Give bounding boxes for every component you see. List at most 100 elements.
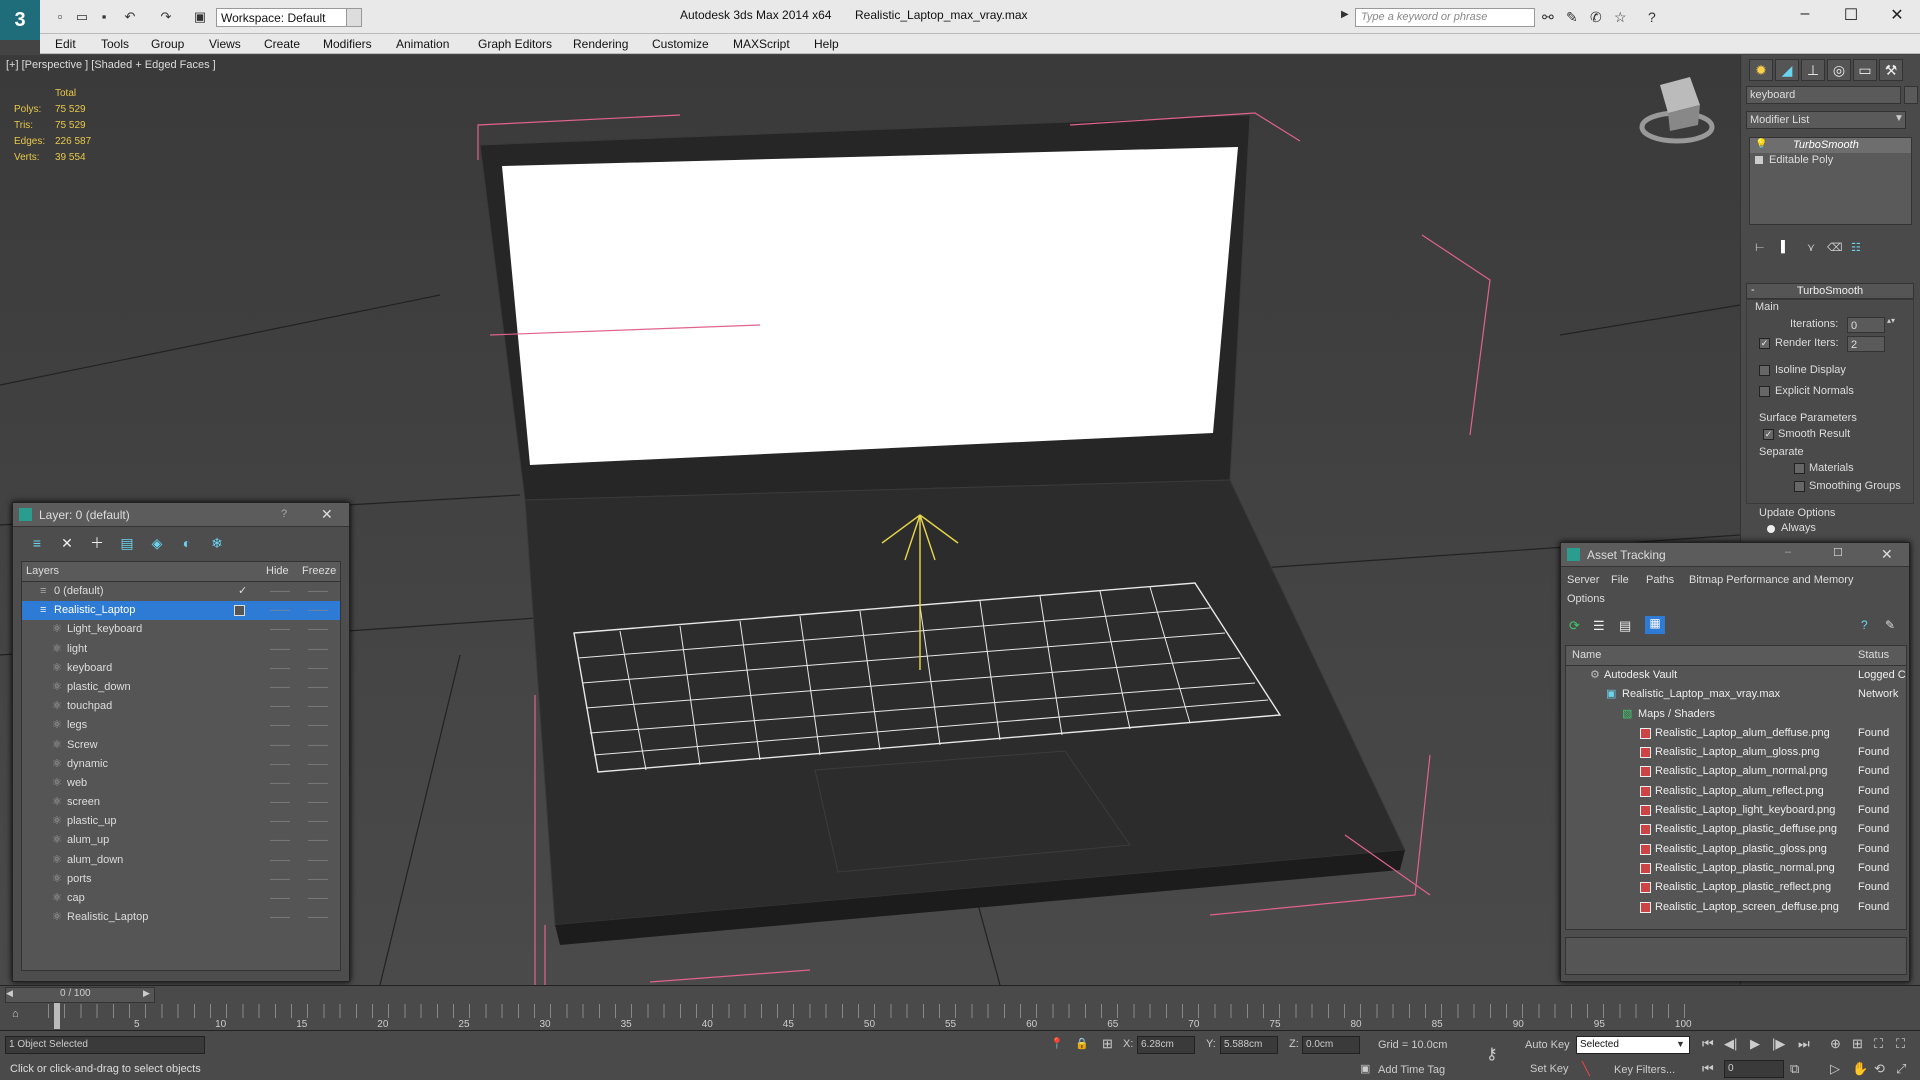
make-unique-icon[interactable]: ⋎ bbox=[1807, 241, 1815, 254]
render-iters-spinner[interactable]: 2 bbox=[1847, 336, 1885, 352]
hide-toggle[interactable]: —— bbox=[270, 736, 290, 755]
prev-frame-icon[interactable]: ◀| bbox=[1724, 1036, 1737, 1052]
search-input[interactable]: Type a keyword or phrase bbox=[1355, 8, 1535, 27]
selection-lock-icon[interactable]: 🔒 bbox=[1075, 1037, 1089, 1050]
asset-file-row[interactable]: Realistic_Laptop_alum_gloss.png Found bbox=[1566, 743, 1906, 763]
communication-icon[interactable]: ✆ bbox=[1590, 9, 1602, 26]
add-time-tag[interactable]: Add Time Tag bbox=[1378, 1064, 1445, 1076]
hide-all-icon[interactable]: ◐ bbox=[177, 533, 197, 553]
undo-icon[interactable]: ↶ bbox=[122, 9, 138, 25]
freeze-toggle[interactable]: —— bbox=[308, 889, 328, 908]
asset-file-row[interactable]: Realistic_Laptop_plastic_deffuse.png Foun… bbox=[1566, 820, 1906, 840]
y-coordinate-field[interactable]: 5.588cm bbox=[1220, 1036, 1278, 1054]
menu-graph-editors[interactable]: Graph Editors bbox=[478, 34, 552, 54]
hide-toggle[interactable]: —— bbox=[270, 640, 290, 659]
display-tab-icon[interactable]: ▭ bbox=[1853, 59, 1877, 81]
z-coordinate-field[interactable]: 0.0cm bbox=[1302, 1036, 1360, 1054]
select-objects-icon[interactable]: ▤ bbox=[117, 533, 137, 553]
new-file-icon[interactable]: ▫ bbox=[52, 9, 68, 25]
turbosmooth-rollout-header[interactable]: TurboSmooth bbox=[1746, 283, 1914, 299]
workspace-dropdown-icon[interactable]: ▼ bbox=[346, 8, 362, 27]
asset-file-row[interactable]: Realistic_Laptop_light_keyboard.png Found bbox=[1566, 801, 1906, 821]
hide-toggle[interactable]: —— bbox=[270, 697, 290, 716]
absolute-mode-icon[interactable]: ⊞ bbox=[1102, 1036, 1113, 1052]
layer-object-row[interactable]: ⚛ Screw —— —— bbox=[22, 736, 340, 755]
asset-row-vault[interactable]: ⚙ Autodesk Vault Logged C bbox=[1566, 666, 1906, 686]
menu-animation[interactable]: Animation bbox=[396, 34, 449, 54]
freeze-toggle[interactable]: —— bbox=[308, 659, 328, 678]
freeze-toggle[interactable]: —— bbox=[308, 774, 328, 793]
asset-file-row[interactable]: Realistic_Laptop_plastic_normal.png Found bbox=[1566, 859, 1906, 879]
asset-menu-options[interactable]: Options bbox=[1567, 593, 1605, 605]
auto-key-button[interactable]: Auto Key bbox=[1525, 1039, 1570, 1051]
rollout-collapse-icon[interactable]: - bbox=[1751, 284, 1755, 296]
render-iters-checkbox[interactable]: ✓ bbox=[1759, 338, 1770, 349]
menu-tools[interactable]: Tools bbox=[101, 34, 129, 54]
layer-window-title-bar[interactable]: Layer: 0 (default) bbox=[13, 503, 349, 527]
col-hide[interactable]: Hide bbox=[266, 565, 289, 577]
zoom-extents-icon[interactable]: ⛶ bbox=[1874, 1036, 1883, 1052]
set-current-box[interactable] bbox=[234, 605, 245, 617]
asset-close-icon[interactable]: ✕ bbox=[1881, 546, 1893, 563]
next-frame-arrow-icon[interactable]: ▶ bbox=[143, 988, 150, 999]
hide-toggle[interactable]: —— bbox=[270, 716, 290, 735]
layer-object-row[interactable]: ⚛ light —— —— bbox=[22, 640, 340, 659]
asset-file-row[interactable]: Realistic_Laptop_alum_normal.png Found bbox=[1566, 762, 1906, 782]
menu-help[interactable]: Help bbox=[814, 34, 839, 54]
col-freeze[interactable]: Freeze bbox=[302, 565, 336, 577]
modifier-turbosmooth[interactable]: TurboSmooth bbox=[1793, 139, 1859, 151]
layer-object-row[interactable]: ⚛ touchpad —— —— bbox=[22, 697, 340, 716]
layer-object-row[interactable]: ⚛ Realistic_Laptop —— —— bbox=[22, 908, 340, 927]
field-of-view-icon[interactable]: ▷ bbox=[1830, 1061, 1840, 1077]
search-expand-icon[interactable]: ▶ bbox=[1341, 9, 1349, 20]
asset-row-maxfile[interactable]: ▣ Realistic_Laptop_max_vray.max Network bbox=[1566, 685, 1906, 705]
layer-object-row[interactable]: ⚛ plastic_down —— —— bbox=[22, 678, 340, 697]
project-folder-icon[interactable]: ▣ bbox=[192, 9, 208, 25]
play-icon[interactable]: ▶ bbox=[1750, 1036, 1760, 1052]
layer-help-icon[interactable]: ? bbox=[281, 508, 287, 520]
asset-path-field[interactable] bbox=[1565, 937, 1907, 975]
hide-toggle[interactable]: —— bbox=[270, 812, 290, 831]
table-view-icon[interactable]: ▦ bbox=[1645, 616, 1665, 634]
layer-object-row[interactable]: ⚛ web —— —— bbox=[22, 774, 340, 793]
workspace-select[interactable]: Workspace: Default bbox=[216, 8, 356, 27]
redo-icon[interactable]: ↷ bbox=[158, 9, 174, 25]
layer-close-icon[interactable]: ✕ bbox=[321, 506, 333, 523]
col-layers[interactable]: Layers bbox=[26, 565, 59, 577]
selection-set-arrow-icon[interactable]: ▼ bbox=[1676, 1039, 1685, 1049]
hide-toggle[interactable]: —— bbox=[270, 908, 290, 927]
open-file-icon[interactable]: ▭ bbox=[74, 9, 90, 25]
freeze-toggle[interactable]: —— bbox=[308, 870, 328, 889]
x-coordinate-field[interactable]: 6.28cm bbox=[1137, 1036, 1195, 1054]
asset-pin-icon[interactable]: ✎ bbox=[1885, 618, 1895, 632]
menu-create[interactable]: Create bbox=[264, 34, 300, 54]
refresh-icon[interactable]: ⟳ bbox=[1569, 618, 1580, 634]
hide-toggle[interactable]: —— bbox=[270, 659, 290, 678]
zoom-icon[interactable]: ⊕ bbox=[1830, 1036, 1841, 1052]
menu-customize[interactable]: Customize bbox=[652, 34, 709, 54]
layer-object-row[interactable]: ⚛ alum_up —— —— bbox=[22, 831, 340, 850]
viewport-label[interactable]: [+] [Perspective ] [Shaded + Edged Faces… bbox=[6, 59, 216, 71]
goto-start-icon[interactable]: ⏮ bbox=[1702, 1036, 1714, 1052]
hide-toggle[interactable]: —— bbox=[270, 601, 290, 620]
motion-tab-icon[interactable]: ◎ bbox=[1827, 59, 1851, 81]
hide-toggle[interactable]: —— bbox=[270, 678, 290, 697]
layer-object-row[interactable]: ⚛ keyboard —— —— bbox=[22, 659, 340, 678]
next-frame-icon[interactable]: |▶ bbox=[1772, 1036, 1785, 1052]
freeze-toggle[interactable]: —— bbox=[308, 831, 328, 850]
remove-modifier-icon[interactable]: ⌫ bbox=[1827, 241, 1843, 254]
freeze-toggle[interactable]: —— bbox=[308, 697, 328, 716]
minimize-icon[interactable]: – bbox=[1790, 5, 1820, 23]
curve-editor-icon[interactable]: ⌂ bbox=[12, 1008, 19, 1020]
maximize-icon[interactable]: ☐ bbox=[1836, 5, 1866, 25]
freeze-toggle[interactable]: —— bbox=[308, 812, 328, 831]
col-status[interactable]: Status bbox=[1858, 649, 1889, 661]
asset-maximize-icon[interactable]: ☐ bbox=[1833, 546, 1843, 559]
freeze-toggle[interactable]: —— bbox=[308, 755, 328, 774]
prev-frame-arrow-icon[interactable]: ◀ bbox=[6, 988, 13, 999]
menu-modifiers[interactable]: Modifiers bbox=[323, 34, 372, 54]
asset-file-row[interactable]: Realistic_Laptop_alum_deffuse.png Found bbox=[1566, 724, 1906, 744]
time-tag-icon[interactable]: ▣ bbox=[1360, 1062, 1370, 1075]
freeze-toggle[interactable]: —— bbox=[308, 678, 328, 697]
pan-view-icon[interactable]: ✋ bbox=[1852, 1061, 1868, 1077]
